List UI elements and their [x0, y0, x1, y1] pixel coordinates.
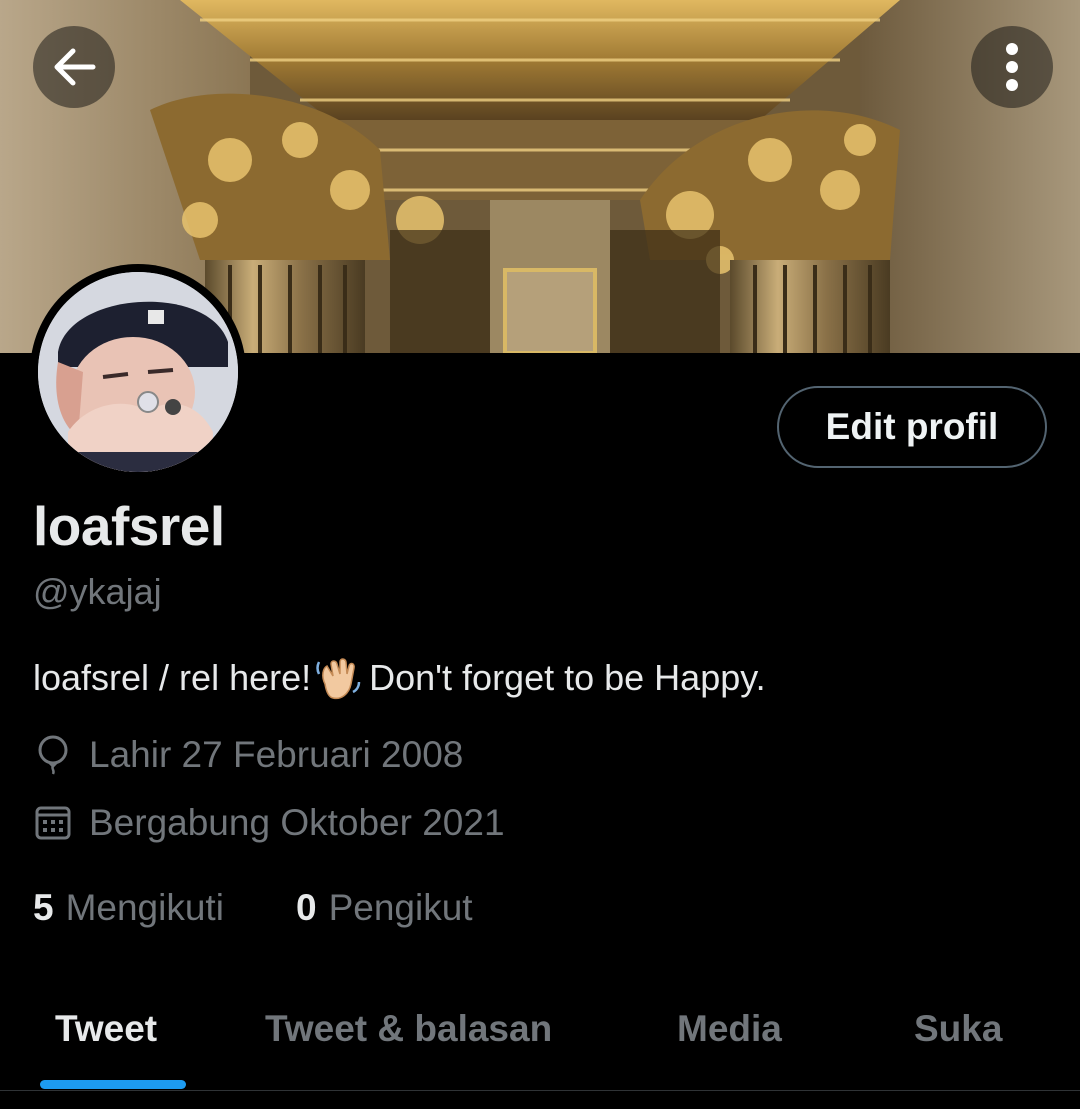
following-count: 5: [33, 887, 54, 928]
back-button[interactable]: [33, 26, 115, 108]
followers-count: 0: [296, 887, 317, 928]
user-handle: @ykajaj: [33, 571, 162, 612]
following-link[interactable]: 5 Mengikuti: [33, 887, 224, 929]
edit-profile-button[interactable]: Edit profil: [777, 386, 1047, 468]
more-vertical-icon: [1006, 43, 1018, 91]
calendar-icon: [33, 803, 73, 843]
tab-tweet-replies[interactable]: Tweet & balasan: [265, 1008, 552, 1050]
display-name: loafsrel: [33, 495, 225, 557]
birth-date-text: Lahir 27 Februari 2008: [89, 734, 464, 775]
bio-text-start: loafsrel / rel here!: [33, 657, 312, 698]
profile-tabs: Tweet Tweet & balasan Media Suka: [0, 990, 1080, 1090]
bio-text-end: Don't forget to be Happy.: [369, 657, 766, 698]
avatar-image: [38, 272, 238, 472]
followers-label: Pengikut: [328, 887, 473, 928]
join-date-text: Bergabung Oktober 2021: [89, 802, 505, 843]
birth-date-row: Lahir 27 Februari 2008: [33, 734, 463, 776]
tab-tweet[interactable]: Tweet: [55, 1008, 157, 1050]
join-date-row: Bergabung Oktober 2021: [33, 802, 505, 844]
following-label: Mengikuti: [65, 887, 224, 928]
waving-hand-icon: [313, 654, 361, 702]
arrow-left-icon: [54, 48, 96, 86]
followers-link[interactable]: 0 Pengikut: [296, 887, 473, 929]
tabs-divider: [0, 1090, 1080, 1091]
more-options-button[interactable]: [971, 26, 1053, 108]
profile-bio: loafsrel / rel here! Don't forget to be …: [33, 654, 766, 702]
active-tab-indicator: [40, 1080, 186, 1089]
profile-avatar[interactable]: [30, 264, 246, 480]
balloon-icon: [33, 735, 73, 775]
tab-likes[interactable]: Suka: [914, 1008, 1002, 1050]
tab-media[interactable]: Media: [677, 1008, 782, 1050]
